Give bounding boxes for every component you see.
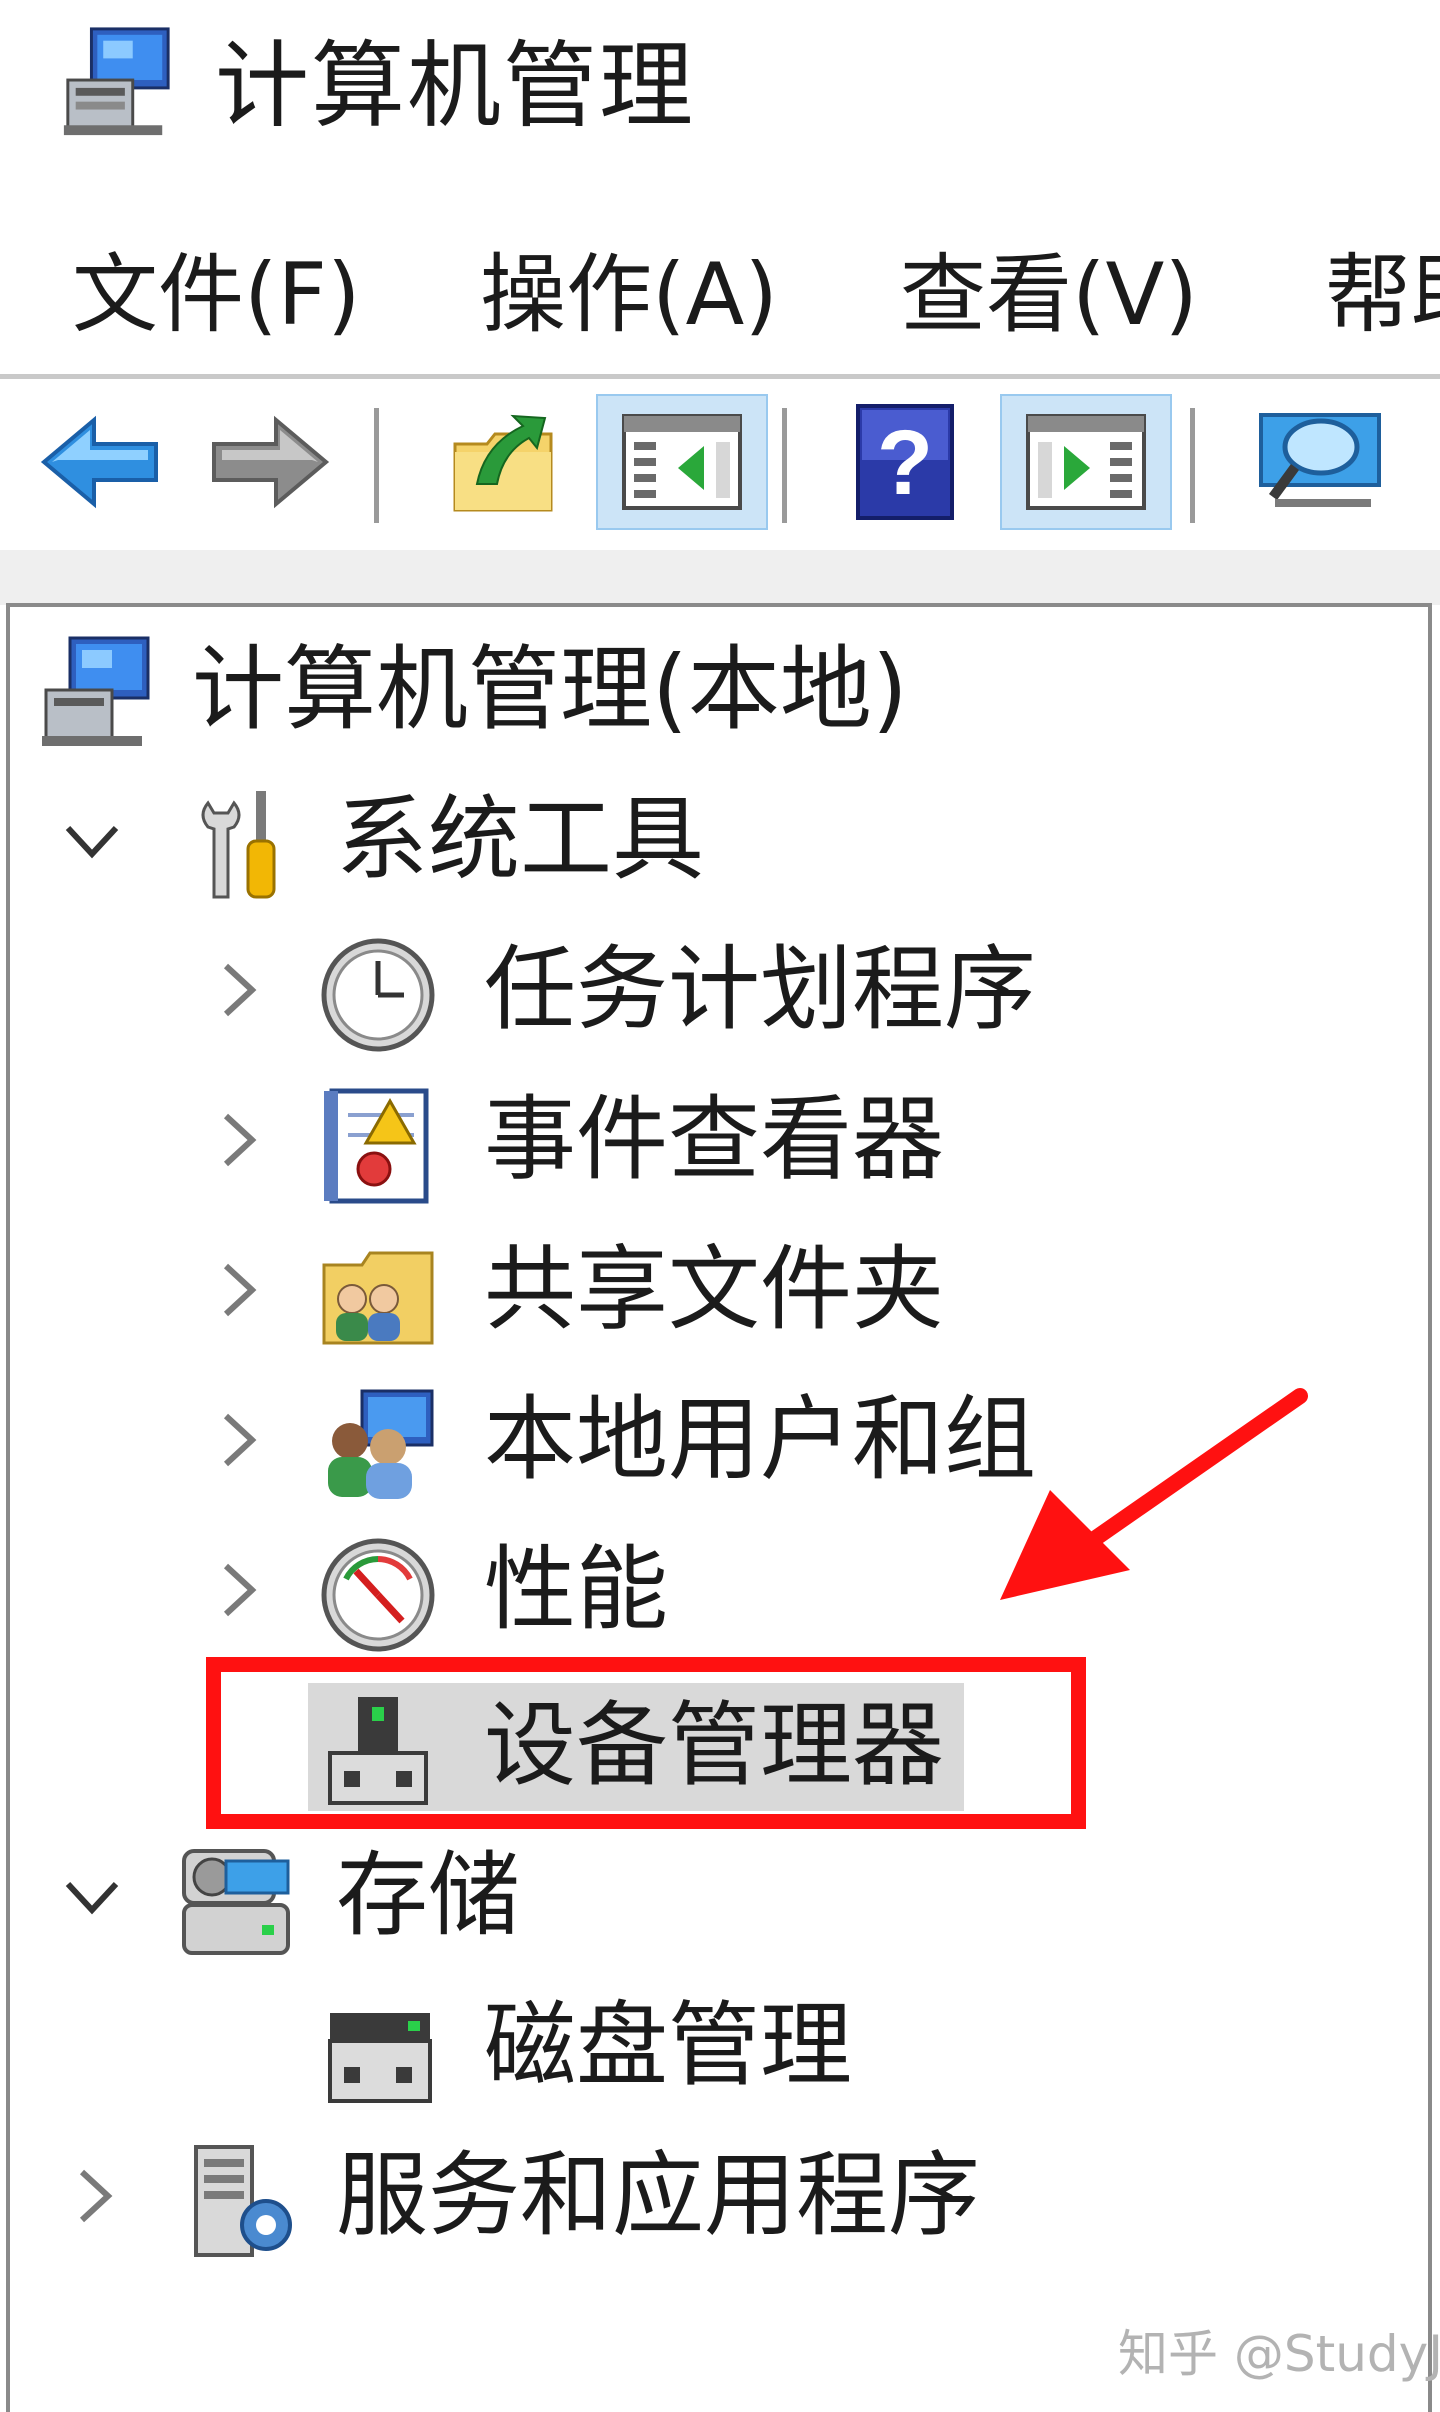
forward-button[interactable] [200,394,340,530]
chevron-down-icon[interactable] [62,810,122,870]
storage-icon [182,1849,290,1955]
monitor-icon [1259,413,1381,507]
show-hide-console-tree-icon [622,414,742,510]
tree-item-storage[interactable]: 存储 [0,1826,1440,1966]
show-hide-action-button[interactable] [1000,394,1172,530]
svg-text:?: ? [877,412,933,514]
title-bar: 计算机管理 [0,0,1440,190]
back-arrow-icon [40,415,158,509]
tree-label: 任务计划程序 [484,936,1037,1043]
tree-label: 服务和应用程序 [336,2142,981,2249]
window-title: 计算机管理 [215,32,696,141]
tree-label: 事件查看器 [484,1086,945,1193]
disk-management-icon [328,2013,432,2103]
chevron-right-icon[interactable] [208,1410,268,1470]
tools-icon [201,791,276,899]
computer-management-icon [63,27,170,136]
clock-icon [321,938,435,1052]
tree-root[interactable]: 计算机管理(本地) [0,620,1440,760]
tree-label: 存储 [336,1842,521,1949]
tree-label: 系统工具 [336,786,705,893]
chevron-right-icon[interactable] [64,2166,124,2226]
up-level-button[interactable] [430,394,580,530]
performance-gauge-icon [321,1538,435,1652]
help-button[interactable]: ? [840,394,970,530]
tree-item-services-apps[interactable]: 服务和应用程序 [0,2126,1440,2266]
menu-action[interactable]: 操作(A) [480,240,778,350]
users-icon [328,1389,434,1499]
watermark: 知乎 @StudyJ [1118,2325,1440,2383]
forward-arrow-icon [212,415,330,509]
toolbar-separator [374,408,379,523]
toolbar-bottom-strip [0,550,1440,605]
menu-divider [0,374,1440,379]
chevron-right-icon[interactable] [208,1560,268,1620]
tree-root-label: 计算机管理(本地) [192,636,908,743]
chevron-down-icon[interactable] [62,1866,122,1926]
back-button[interactable] [30,394,170,530]
tree-item-disk-management[interactable]: 磁盘管理 [0,1976,1440,2116]
tree-label: 性能 [484,1536,669,1643]
monitor-button[interactable] [1240,394,1400,530]
tree-item-system-tools[interactable]: 系统工具 [0,770,1440,910]
tree-label: 共享文件夹 [484,1236,945,1343]
tree-item-event-viewer[interactable]: 事件查看器 [0,1070,1440,1210]
tree-label: 本地用户和组 [484,1386,1037,1493]
show-hide-action-pane-icon [1026,414,1146,510]
computer-management-icon [42,636,150,746]
annotation-highlight-box [206,1657,1086,1829]
menu-file[interactable]: 文件(F) [72,240,361,350]
chevron-right-icon[interactable] [208,960,268,1020]
help-icon: ? [856,404,954,520]
shared-folder-icon [322,1251,434,1345]
event-viewer-icon [324,1088,429,1204]
tree-item-task-scheduler[interactable]: 任务计划程序 [0,920,1440,1060]
chevron-right-icon[interactable] [208,1260,268,1320]
toolbar: ? [0,380,1440,550]
annotation-arrow-icon [1000,1388,1308,1600]
services-icon [194,2145,292,2257]
menu-view[interactable]: 查看(V) [900,240,1198,350]
up-folder-icon [453,414,553,512]
show-hide-tree-button[interactable] [596,394,768,530]
tree-item-shared-folders[interactable]: 共享文件夹 [0,1220,1440,1360]
chevron-right-icon[interactable] [208,1110,268,1170]
menu-bar: 文件(F) 操作(A) 查看(V) 帮助 [0,220,1440,370]
toolbar-separator [1190,408,1195,523]
tree-label: 磁盘管理 [484,1992,853,2099]
menu-help[interactable]: 帮助 [1325,240,1440,350]
toolbar-separator [782,408,787,523]
